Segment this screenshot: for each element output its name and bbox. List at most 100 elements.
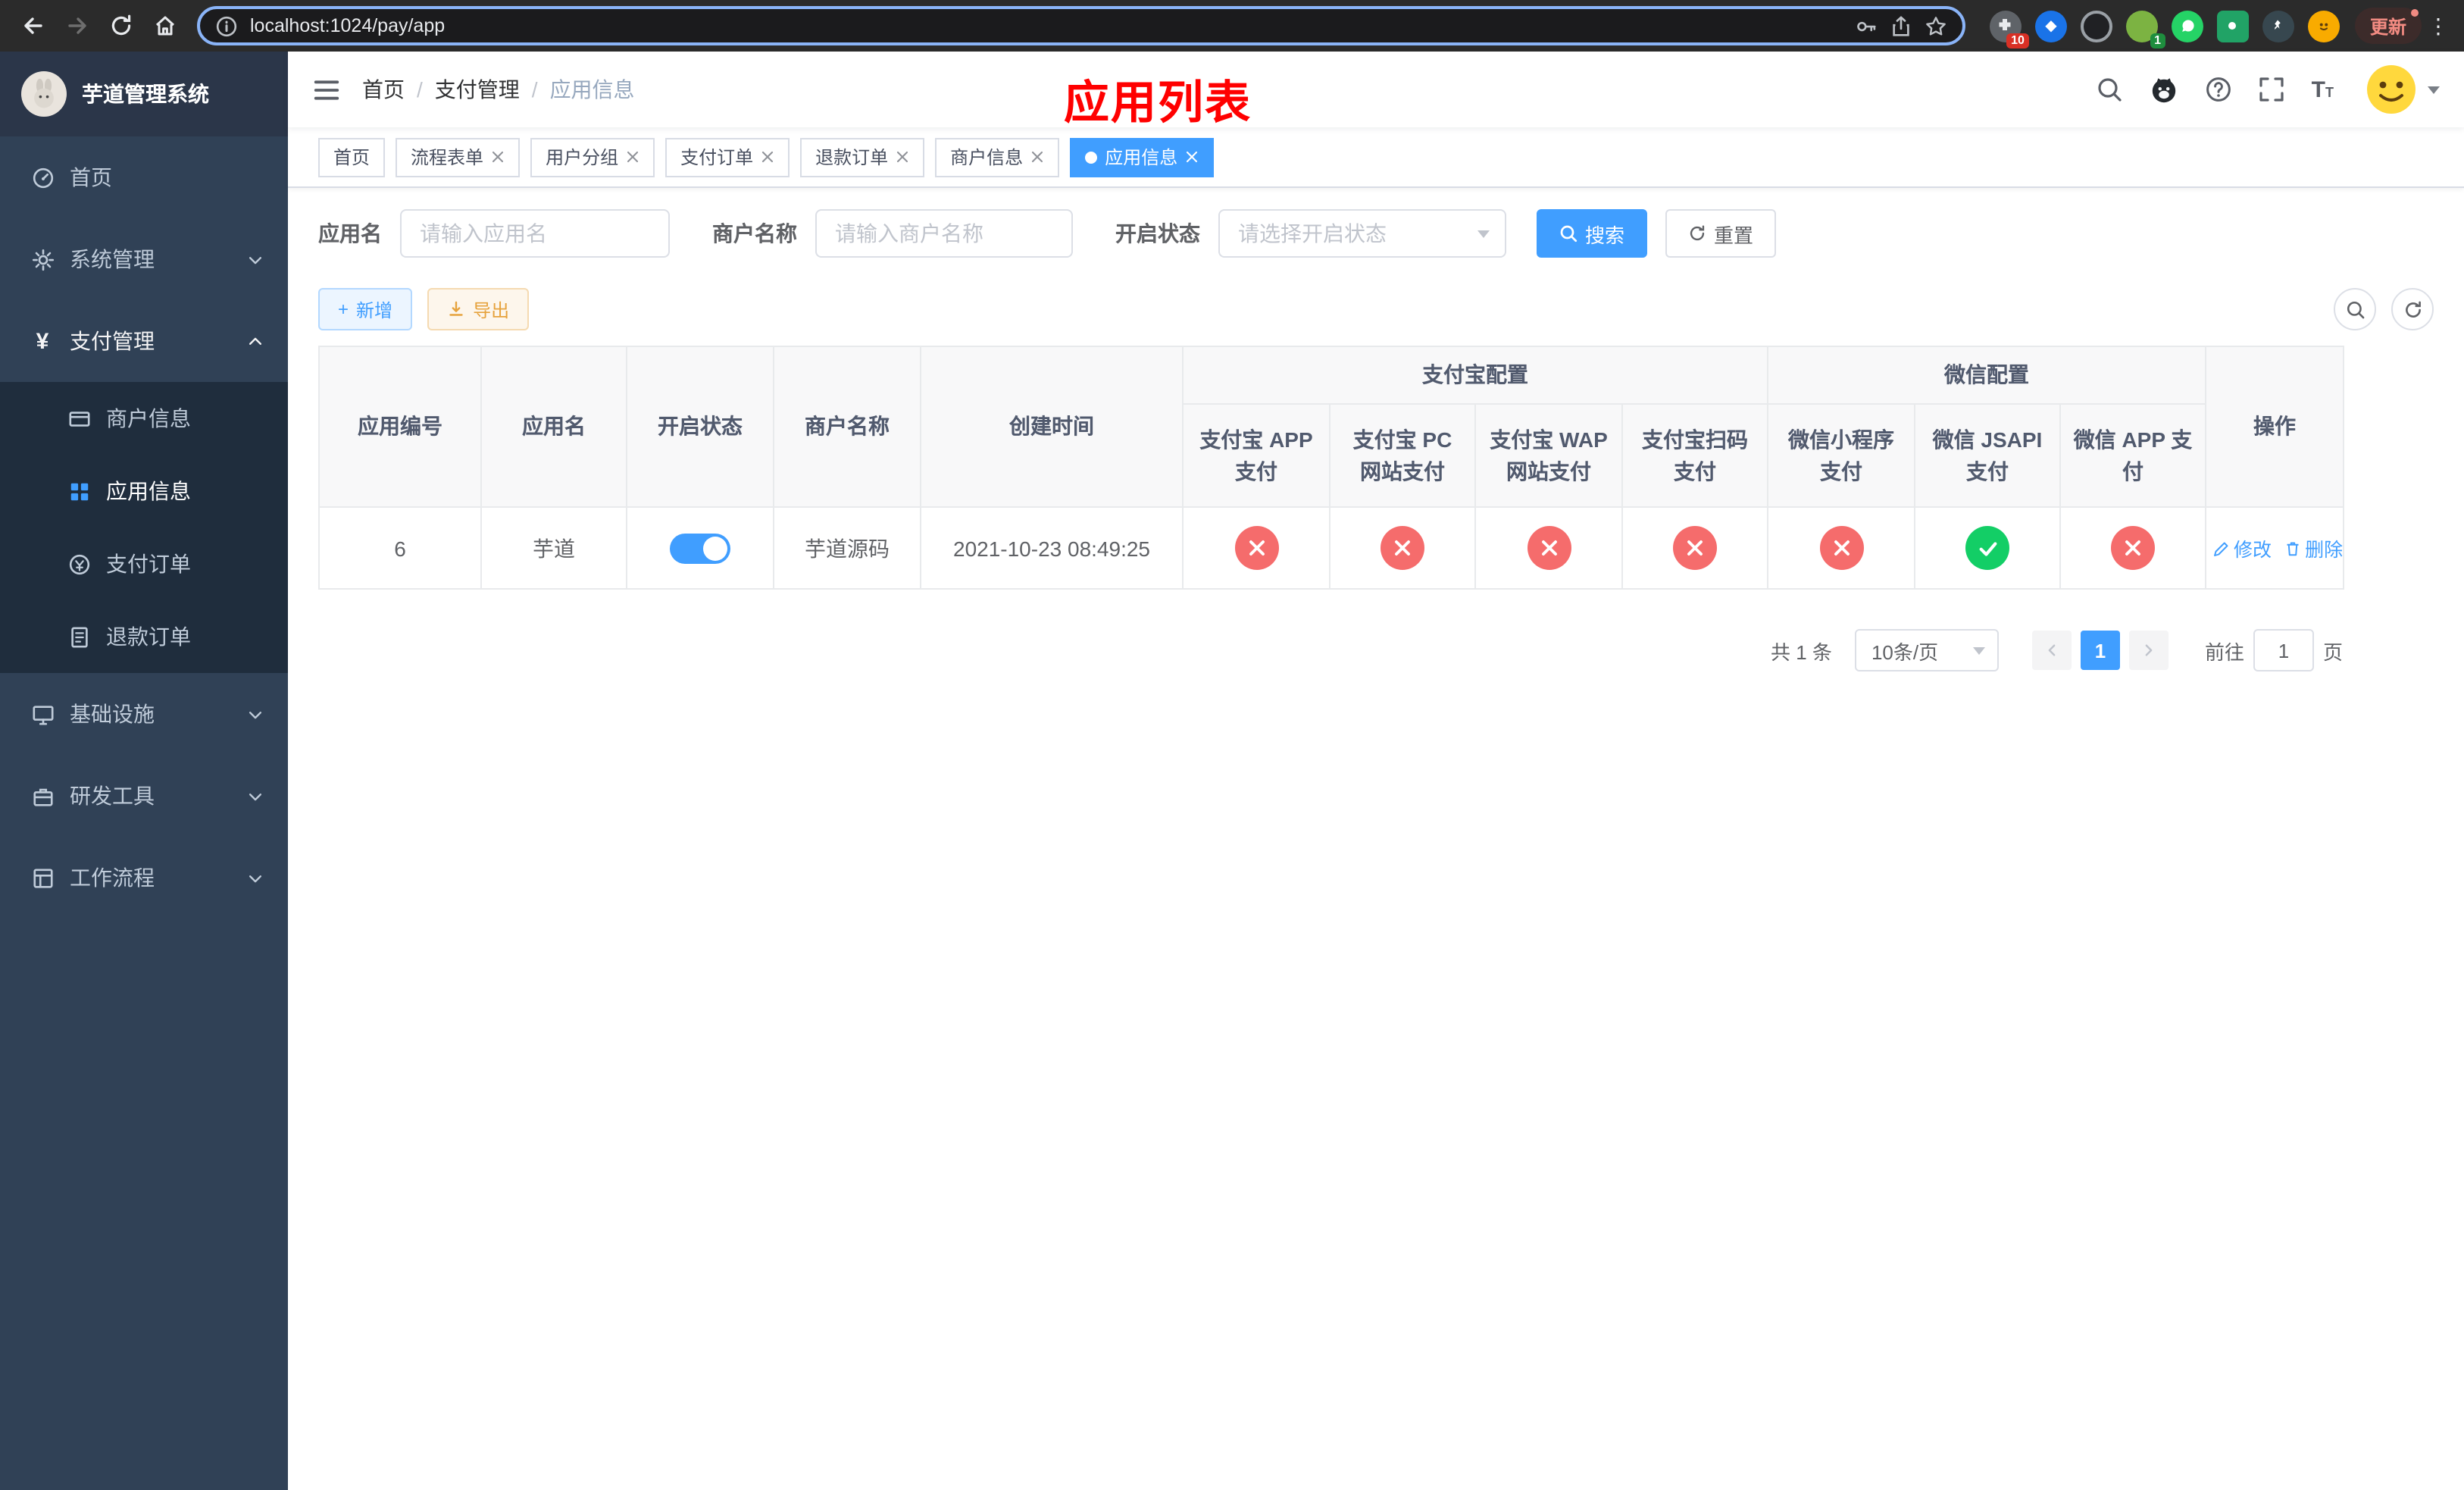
col-header-actions: 操作 (2205, 346, 2345, 508)
close-icon[interactable] (761, 150, 774, 164)
extensions-zone: 10 ◆ 1 (1978, 10, 2352, 48)
chevron-down-icon (242, 702, 267, 726)
extension-whatsapp-icon[interactable] (2171, 10, 2203, 42)
alipay-wap-status-icon (1527, 526, 1571, 570)
tab-refund-order[interactable]: 退款订单 (800, 137, 925, 177)
share-icon[interactable] (1890, 14, 1912, 37)
app-table: 应用编号 应用名 开启状态 商户名称 创建时间 支付宝配置 微信配置 操作 支付… (318, 346, 2345, 590)
search-icon[interactable] (2097, 76, 2124, 103)
document-icon (67, 624, 91, 649)
close-icon[interactable] (896, 150, 909, 164)
wechat-jsapi-status-icon (1965, 526, 2009, 570)
browser-menu-icon[interactable]: ⋮ (2425, 13, 2452, 39)
chevron-down-icon (242, 784, 267, 808)
close-icon[interactable] (1030, 150, 1044, 164)
browser-home-icon[interactable] (144, 5, 185, 46)
profile-avatar[interactable] (2307, 10, 2340, 42)
page-suffix-label: 页 (2322, 640, 2343, 663)
app-name-input[interactable] (400, 209, 670, 258)
sidebar-item-app-info[interactable]: 应用信息 (0, 455, 288, 527)
delete-button[interactable]: 删除 (2284, 534, 2343, 562)
password-key-icon[interactable] (1855, 14, 1878, 37)
col-header-wechat-jsapi: 微信 JSAPI 支付 (1914, 403, 2061, 508)
tab-process-form[interactable]: 流程表单 (396, 137, 521, 177)
alipay-app-status-icon (1234, 526, 1278, 570)
close-icon[interactable] (491, 150, 505, 164)
tab-user-group[interactable]: 用户分组 (530, 137, 655, 177)
user-avatar (2366, 64, 2417, 115)
credit-card-icon (67, 406, 91, 430)
sidebar-item-pay-order[interactable]: 支付订单 (0, 527, 288, 600)
extension-blue-icon[interactable]: ◆ (2034, 10, 2067, 42)
active-tab-dot (1085, 151, 1098, 163)
col-header-alipay-wap: 支付宝 WAP 网站支付 (1474, 403, 1623, 508)
add-button[interactable]: + 新增 (318, 288, 413, 330)
tab-merchant-info[interactable]: 商户信息 (935, 137, 1060, 177)
sidebar-toggle-icon[interactable] (312, 75, 341, 104)
chevron-down-icon (242, 247, 267, 271)
wechat-mini-status-icon (1819, 526, 1863, 570)
browser-back-icon[interactable] (12, 5, 53, 46)
col-header-alipay-qr: 支付宝扫码支付 (1621, 403, 1768, 508)
sidebar-item-dev-tools[interactable]: 研发工具 (0, 755, 288, 837)
export-button[interactable]: 导出 (427, 288, 530, 330)
prev-page-button[interactable] (2031, 631, 2072, 670)
tags-view-bar: 首页 流程表单 用户分组 支付订单 退款订单 商户信息 应用信息 (288, 127, 2464, 188)
browser-update-button[interactable]: 更新 (2354, 8, 2422, 44)
breadcrumb: 首页 / 支付管理 / 应用信息 (362, 74, 635, 105)
status-select[interactable]: 请选择开启状态 (1218, 209, 1506, 258)
top-navbar: 首页 / 支付管理 / 应用信息 应用列表 TT (288, 52, 2464, 129)
page-number-1[interactable]: 1 (2080, 631, 2120, 670)
sidebar-item-system[interactable]: 系统管理 (0, 218, 288, 300)
edit-button[interactable]: 修改 (2212, 534, 2272, 562)
fullscreen-icon[interactable] (2259, 76, 2286, 103)
extensions-puzzle-icon[interactable]: 10 (1989, 10, 2029, 48)
next-page-button[interactable] (2128, 631, 2169, 670)
github-icon[interactable] (2150, 74, 2180, 105)
search-button[interactable]: 搜索 (1537, 209, 1648, 258)
caret-down-icon (2428, 86, 2440, 93)
payment-submenu: 商户信息 应用信息 支付订单 退款订单 (0, 382, 288, 673)
monitor-icon (30, 702, 55, 726)
user-menu[interactable] (2366, 64, 2440, 115)
address-bar[interactable]: localhost:1024/pay/app (197, 6, 1965, 45)
refresh-button[interactable] (2391, 288, 2434, 330)
bookmark-star-icon[interactable] (1925, 14, 1947, 37)
toolbox-icon (30, 784, 55, 808)
breadcrumb-home[interactable]: 首页 (362, 74, 405, 105)
status-toggle[interactable] (670, 533, 730, 563)
tab-pay-order[interactable]: 支付订单 (665, 137, 790, 177)
app-name-label: 应用名 (318, 221, 382, 246)
font-size-icon[interactable]: TT (2312, 78, 2334, 101)
extension-dark-icon[interactable] (2080, 10, 2112, 42)
close-icon[interactable] (1185, 150, 1199, 164)
table-toolbar: + 新增 导出 (318, 288, 2434, 330)
sidebar-item-infrastructure[interactable]: 基础设施 (0, 673, 288, 755)
sidebar-item-merchant-info[interactable]: 商户信息 (0, 382, 288, 455)
reset-button[interactable]: 重置 (1665, 209, 1777, 258)
page-size-select[interactable]: 10条/页 (1854, 629, 1999, 671)
sidebar-item-home[interactable]: 首页 (0, 136, 288, 218)
page-title-overlay: 应用列表 (1064, 79, 1252, 129)
merchant-name-input[interactable] (815, 209, 1073, 258)
app-title: 芋道管理系统 (82, 82, 209, 106)
help-icon[interactable] (2206, 76, 2233, 103)
show-search-button[interactable] (2334, 288, 2376, 330)
cell-app-name: 芋道 (480, 506, 627, 590)
extension-green-square-icon[interactable] (2216, 10, 2249, 42)
close-icon[interactable] (626, 150, 639, 164)
site-info-icon[interactable] (215, 14, 238, 37)
sidebar-item-workflow[interactable]: 工作流程 (0, 837, 288, 919)
tab-app-info[interactable]: 应用信息 (1070, 137, 1215, 177)
extension-leaf-icon[interactable]: 1 (2125, 10, 2165, 48)
tab-home[interactable]: 首页 (318, 137, 386, 177)
sidebar-item-payment[interactable]: ¥ 支付管理 (0, 300, 288, 382)
app-logo (21, 71, 67, 117)
goto-page-input[interactable] (2253, 629, 2314, 671)
browser-reload-icon[interactable] (100, 5, 141, 46)
extension-pin-icon[interactable] (2262, 10, 2294, 42)
chevron-down-icon (1972, 646, 1985, 654)
sidebar-item-refund-order[interactable]: 退款订单 (0, 600, 288, 673)
navbar-actions: TT (2097, 64, 2440, 115)
browser-forward-icon[interactable] (56, 5, 97, 46)
